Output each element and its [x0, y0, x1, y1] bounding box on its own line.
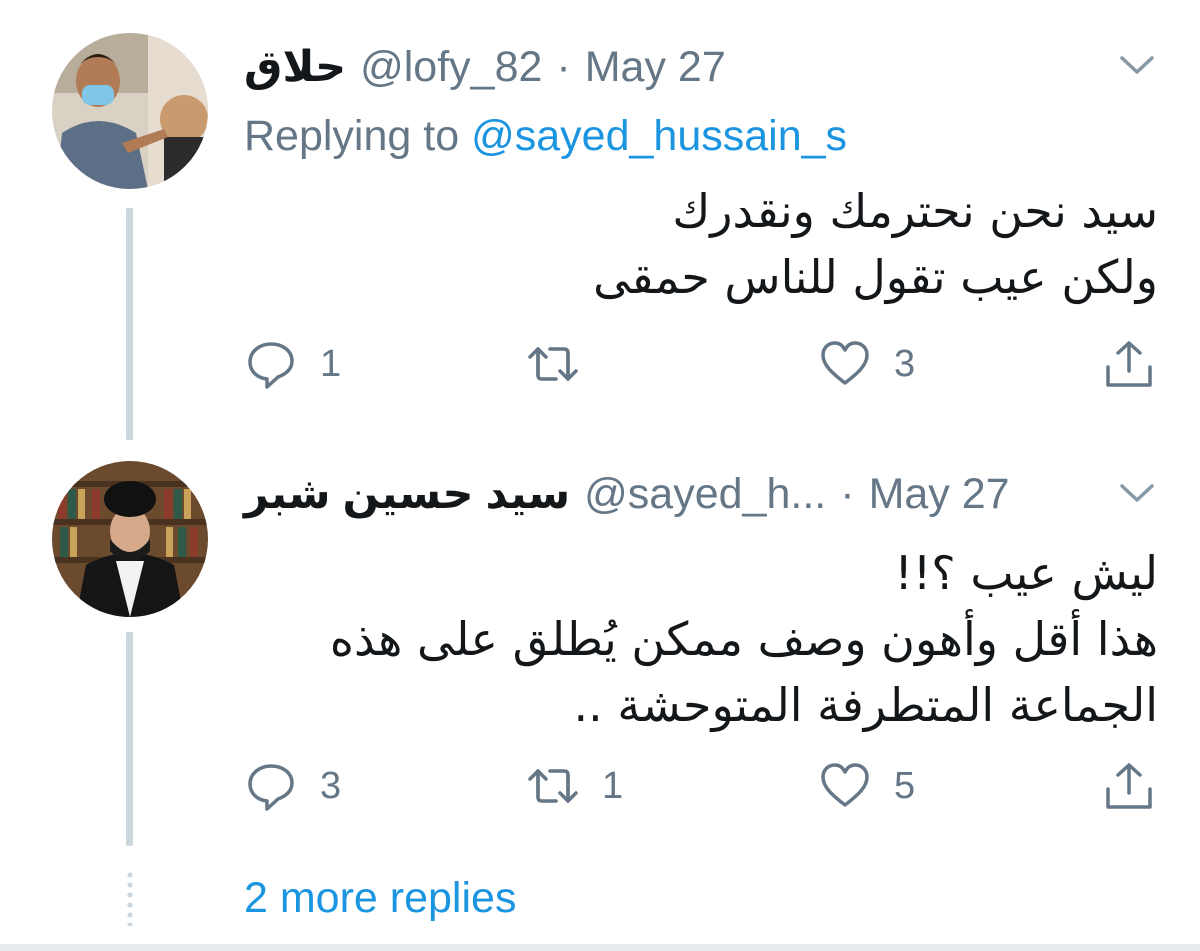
thread-dots	[127, 870, 133, 926]
reply-icon	[248, 764, 294, 811]
like-button[interactable]: 3	[818, 334, 915, 394]
user-handle[interactable]: @sayed_h...	[584, 464, 826, 524]
replying-to-mention[interactable]: @sayed_hussain_s	[471, 112, 847, 160]
reply-button[interactable]: 3	[244, 756, 341, 816]
retweet-button[interactable]	[526, 334, 602, 394]
retweet-button[interactable]: 1	[526, 756, 623, 816]
chevron-down-icon[interactable]	[1116, 50, 1158, 80]
tweet-date[interactable]: May 27	[869, 464, 1010, 524]
display-name[interactable]: حلاق	[244, 37, 346, 97]
like-count: 3	[894, 343, 916, 385]
reply-count: 3	[320, 765, 342, 807]
share-button[interactable]	[1102, 756, 1156, 816]
reply-button[interactable]: 1	[244, 334, 341, 394]
retweet-icon	[528, 769, 578, 803]
tweet-date[interactable]: May 27	[585, 37, 726, 97]
separator-dot: ·	[840, 470, 855, 518]
tweet-header: حلاق @lofy_82 · May 27	[244, 37, 726, 97]
replying-to: Replying to @sayed_hussain_s	[244, 106, 847, 166]
tweet-text: ليش عيب ؟!! هذا أقل وأهون وصف ممكن يُطلق…	[258, 540, 1158, 738]
divider	[0, 944, 1200, 951]
retweet-count: 1	[602, 765, 624, 807]
tweet-text-line: سيد نحن نحترمك ونقدرك	[672, 184, 1158, 238]
reply-count: 1	[320, 343, 342, 385]
avatar[interactable]	[52, 461, 208, 617]
tweet-actions: 1 3	[244, 334, 1164, 394]
tweet-header: سيد حسين شبر @sayed_h... · May 27	[244, 464, 1010, 524]
tweet-text-line: ولكن عيب تقول للناس حمقى	[593, 250, 1158, 304]
heart-icon	[821, 341, 869, 385]
tweet-actions: 3 1 5	[244, 756, 1164, 816]
tweet-text-line: هذا أقل وأهون وصف ممكن يُطلق على هذه	[329, 612, 1158, 666]
like-button[interactable]: 5	[818, 756, 915, 816]
share-icon	[1106, 763, 1152, 809]
replying-to-label: Replying to	[244, 112, 460, 160]
heart-icon	[821, 763, 869, 807]
thread-connector	[126, 208, 133, 440]
separator-dot: ·	[556, 43, 571, 91]
avatar[interactable]	[52, 33, 208, 189]
user-handle[interactable]: @lofy_82	[360, 37, 542, 97]
tweet-text-line: الجماعة المتطرفة المتوحشة ..	[573, 678, 1158, 732]
tweet-thread: حلاق @lofy_82 · May 27 Replying to @saye…	[0, 0, 1200, 951]
more-replies-link[interactable]: 2 more replies	[244, 866, 516, 930]
retweet-icon	[528, 347, 578, 381]
display-name[interactable]: سيد حسين شبر	[244, 464, 570, 524]
cleric-photo	[52, 461, 208, 617]
like-count: 5	[894, 765, 916, 807]
tweet-text-line: ليش عيب ؟!!	[894, 546, 1158, 600]
chevron-down-icon[interactable]	[1116, 478, 1158, 508]
tweet-text: سيد نحن نحترمك ونقدرك ولكن عيب تقول للنا…	[258, 178, 1158, 310]
barber-photo	[52, 33, 208, 189]
thread-connector	[126, 632, 133, 846]
reply-icon	[248, 342, 294, 389]
share-icon	[1106, 341, 1152, 387]
share-button[interactable]	[1102, 334, 1156, 394]
